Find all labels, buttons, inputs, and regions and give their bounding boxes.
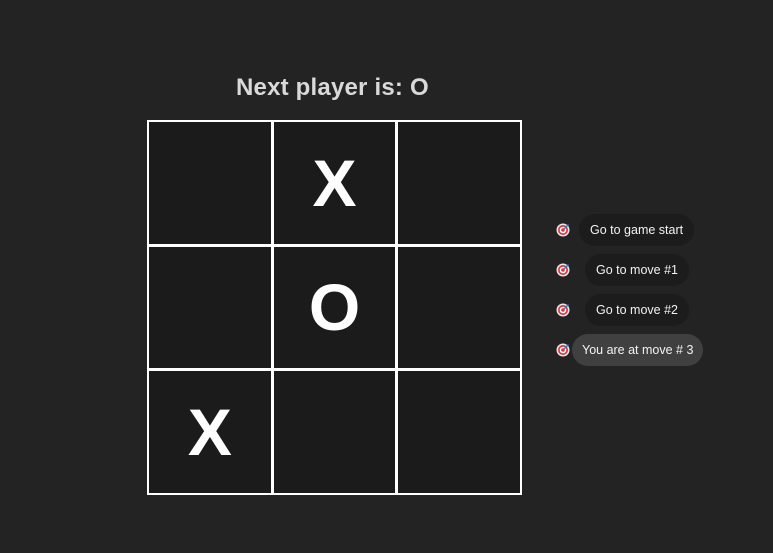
list-item: Go to game start <box>556 210 703 250</box>
list-item: You are at move # 3 <box>556 330 704 370</box>
board-square-6[interactable] <box>398 246 520 369</box>
game-board: X O X <box>147 120 522 495</box>
target-icon <box>556 223 570 237</box>
go-to-move-1-button[interactable]: Go to move #1 <box>585 254 689 286</box>
board-square-2[interactable]: X <box>273 122 396 244</box>
list-item: Go to move #1 <box>556 250 703 290</box>
go-to-game-start-button[interactable]: Go to game start <box>579 214 695 246</box>
move-history-list: Go to game start Go to move #1 Go to mov… <box>556 210 704 370</box>
board-square-1[interactable] <box>149 122 271 244</box>
board-square-7[interactable]: X <box>149 371 271 493</box>
target-icon <box>556 303 570 317</box>
board-square-3[interactable] <box>398 122 520 244</box>
list-item: Go to move #2 <box>556 290 703 330</box>
target-icon <box>556 343 570 357</box>
board-square-9[interactable] <box>398 371 520 493</box>
board-square-4[interactable] <box>149 246 271 369</box>
game-status: Next player is: O <box>236 74 429 101</box>
board-square-5[interactable]: O <box>273 246 396 369</box>
go-to-move-2-button[interactable]: Go to move #2 <box>585 294 689 326</box>
board-square-8[interactable] <box>273 371 396 493</box>
target-icon <box>556 263 570 277</box>
current-move-badge: You are at move # 3 <box>572 334 704 366</box>
game-app: Next player is: O X O X Go to game start <box>0 0 773 553</box>
